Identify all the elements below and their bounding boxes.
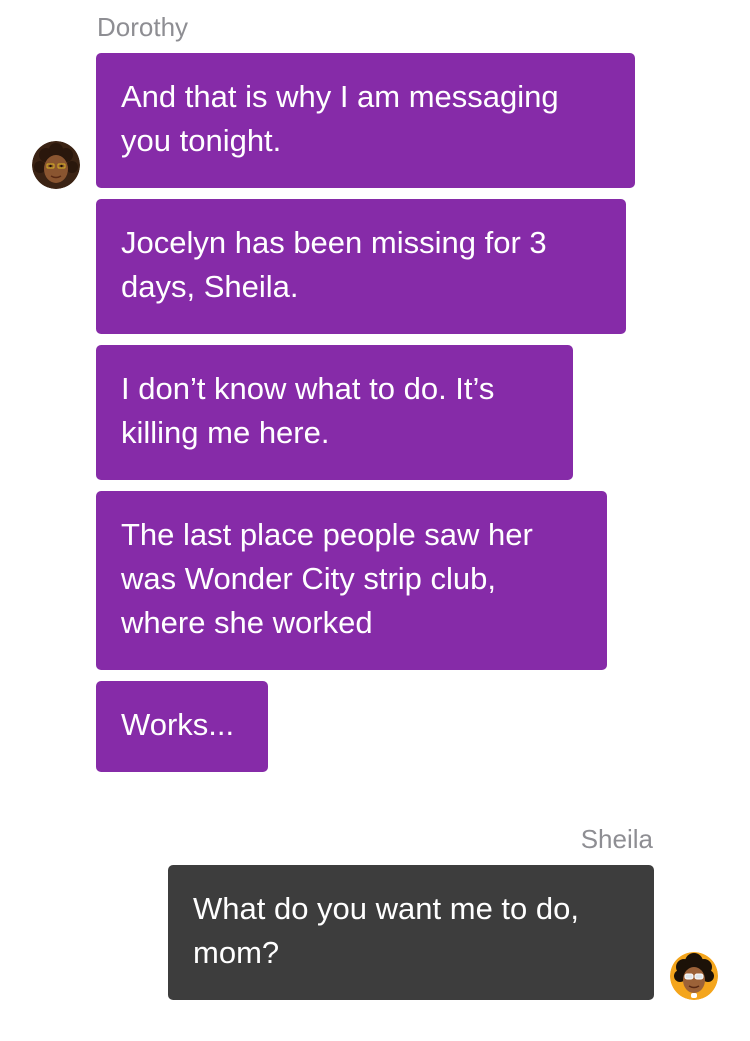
message-bubble[interactable]: And that is why I am messaging you tonig… — [96, 53, 635, 188]
message-bubble[interactable]: What do you want me to do, mom? — [168, 865, 654, 1000]
dorothy-avatar-icon[interactable] — [32, 141, 80, 189]
message-bubble[interactable]: The last place people saw her was Wonder… — [96, 491, 607, 670]
sender-name-sheila: Sheila — [580, 824, 653, 854]
sheila-avatar-icon[interactable] — [670, 952, 718, 1000]
message-bubble[interactable]: Jocelyn has been missing for 3 days, She… — [96, 199, 626, 334]
message-bubble[interactable]: I don’t know what to do. It’s killing me… — [96, 345, 573, 480]
sender-name-dorothy: Dorothy — [97, 12, 189, 42]
message-bubble[interactable]: Works... — [96, 681, 268, 772]
